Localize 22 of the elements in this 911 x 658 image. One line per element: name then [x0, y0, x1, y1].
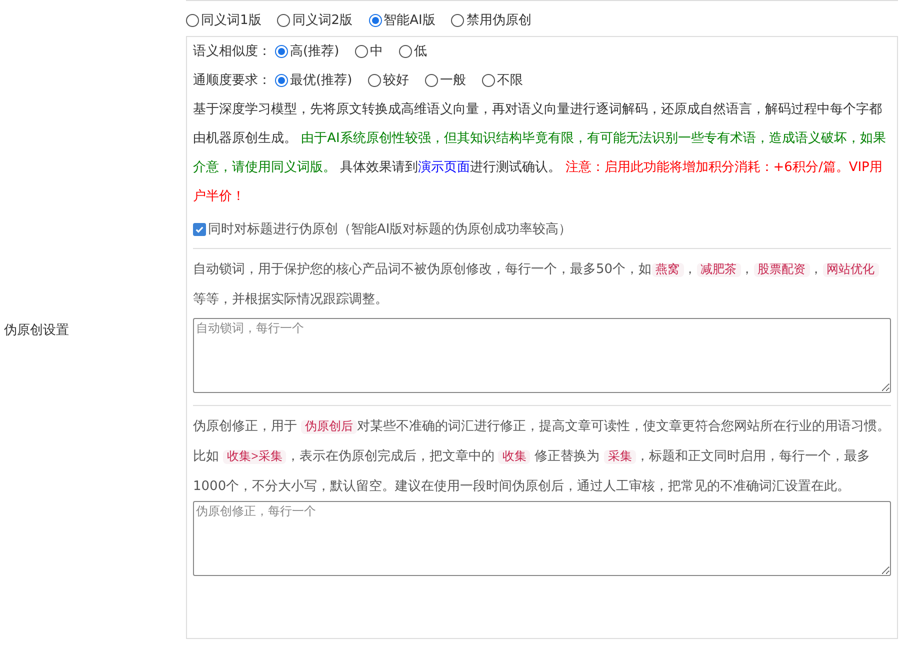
radio-option[interactable]: 同义词2版 [277, 10, 353, 30]
radio-option[interactable]: 高(推荐) [275, 37, 340, 66]
lock-words-field[interactable]: 自动锁词，每行一个 [193, 318, 891, 393]
radio-option[interactable]: 较好 [368, 66, 410, 95]
radio-option[interactable]: 禁用伪原创 [451, 10, 532, 30]
corrections-field[interactable]: 伪原创修正，每行一个 [193, 501, 891, 576]
option-label: 通顺度要求： [193, 72, 271, 90]
option-label: 语义相似度： [193, 43, 271, 61]
radio-option[interactable]: 同义词1版 [186, 10, 262, 30]
radio-option[interactable]: 智能AI版 [368, 10, 436, 30]
radio-option[interactable]: 不限 [482, 66, 524, 95]
demo-page-link[interactable]: 演示页面 [418, 160, 470, 175]
radio-option[interactable]: 低 [399, 37, 428, 66]
radio-option[interactable]: 最优(推荐) [275, 66, 352, 95]
check-icon [195, 225, 204, 234]
corrections-description: 伪原创修正，用于 伪原创后 对某些不准确的词汇进行修正，提高文章可读性，使文章更符合您网站所在行业的用语习惯。比如 收集>采集 ，表示在伪原创完成后，把文章中的 收集 修正替换为 采集 ，标题和正文同时启用，每行一个，最多1000个，不分大小写，默认留空。建议在使用一段时间伪原创后，通过人工审核，把常见的不准确词汇设置在此。 [193, 418, 891, 496]
section-label: 伪原创设置 [3, 322, 69, 340]
title-checkbox-option[interactable]: 同时对标题进行伪原创（智能AI版对标题的伪原创成功率较高） [193, 211, 891, 249]
radio-option[interactable]: 中 [355, 37, 384, 66]
lock-words-description: 自动锁词，用于保护您的核心产品词不被伪原创修改，每行一个，最多50个，如 燕窝 ， 减肥茶 ， 股票配资 ， 网站优化 等等，并根据实际情况跟踪调整。 [193, 255, 891, 314]
radio-option[interactable]: 一般 [425, 66, 466, 95]
description-text: 基于深度学习模型，先将原文转换成高维语义向量，再对语义向量进行逐词解码，还原成自然语言，解码过程中每个字都由机器原创生成。 由于AI系统原创性较强，但其知识结构毕竟有限，有可能无法识别一些专有术语，造成语义破坏，如果介意，请使用同义词版。 具体效果请到演示页面进行测试确认。 注意：启用此功能将增加积分消耗：+6积分/篇。VIP用户半价！ [193, 101, 887, 206]
